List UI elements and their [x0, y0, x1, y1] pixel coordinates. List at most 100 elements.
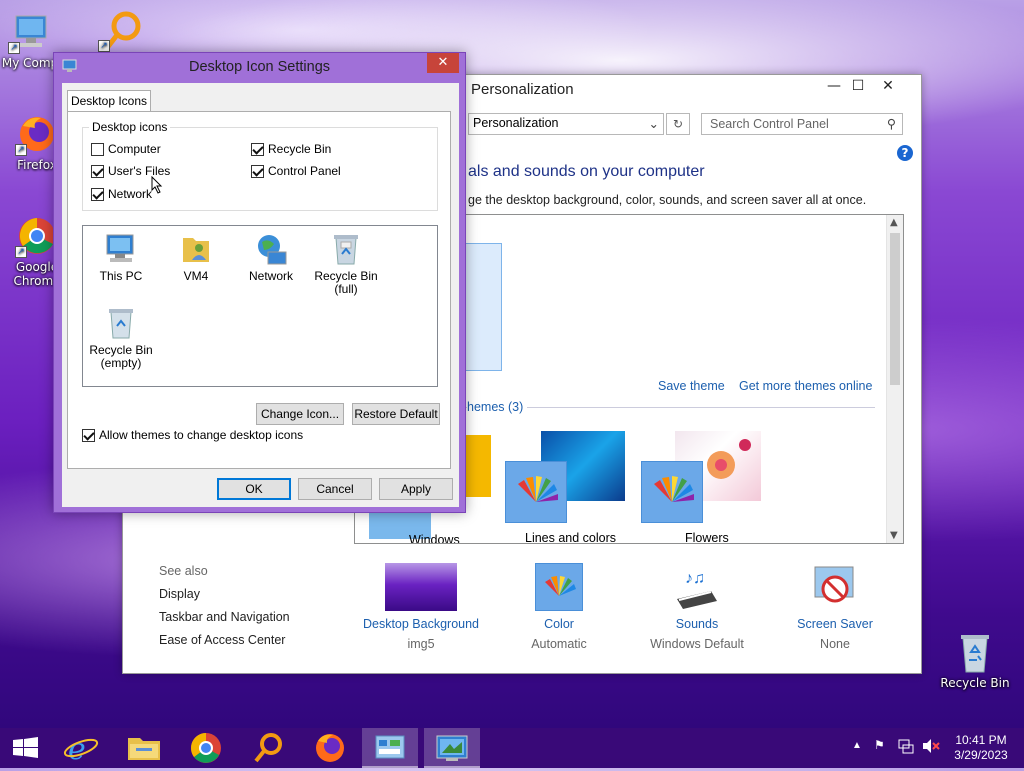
address-text: Personalization [473, 116, 559, 130]
dialog-title: Desktop Icon Settings [188, 59, 331, 75]
checkbox-box[interactable] [251, 142, 264, 156]
checkbox-label: Computer [108, 142, 161, 156]
page-subheading: ge the desktop background, color, sounds… [468, 193, 867, 207]
checkbox-computer[interactable]: Computer [91, 142, 161, 156]
checkbox-network[interactable]: Network [91, 187, 152, 201]
theme-label: Lines and colors [525, 531, 617, 544]
icon-item-this-pc[interactable]: This PC [81, 232, 161, 283]
network-icon [254, 232, 288, 266]
icon-list[interactable]: This PC VM4 Network Recycle Bin (full) R… [82, 225, 438, 387]
see-also-taskbar-link[interactable]: Taskbar and Navigation [159, 610, 290, 624]
start-button[interactable] [0, 728, 56, 768]
see-also-label: See also [159, 564, 208, 578]
desktop-background-link[interactable]: Desktop Background [351, 617, 491, 631]
checkbox-label: Allow themes to change desktop icons [99, 428, 304, 442]
icon-item-recycle-bin-empty[interactable]: Recycle Bin (empty) [81, 306, 161, 370]
desktop-icon-label: Firefox [17, 158, 57, 172]
recycle-bin-empty-icon [104, 306, 138, 340]
windows-logo-icon [13, 737, 38, 758]
ok-button[interactable]: OK [217, 478, 291, 500]
mouse-cursor-icon [151, 175, 163, 197]
get-more-themes-link[interactable]: Get more themes online [739, 379, 872, 393]
icon-item-label: Recycle Bin (empty) [89, 343, 153, 370]
color-link[interactable]: Color [489, 617, 629, 631]
icon-item-recycle-bin-full[interactable]: Recycle Bin (full) [306, 232, 386, 296]
checkbox-control-panel[interactable]: Control Panel [251, 164, 341, 178]
change-icon-button[interactable]: Change Icon... [256, 403, 344, 425]
clock[interactable]: 10:41 PM 3/29/2023 [948, 733, 1014, 763]
theme-lines-and-colors[interactable]: Lines and colors [505, 429, 640, 544]
user-folder-icon [179, 232, 213, 266]
vertical-scrollbar[interactable]: ▲ ▼ [886, 215, 903, 543]
computer-icon [104, 232, 138, 266]
checkbox-box[interactable] [91, 187, 104, 201]
icon-item-label: Recycle Bin (full) [314, 269, 378, 296]
desktop-icons-group: Desktop icons Computer User's Files Netw… [82, 120, 438, 211]
network-status-icon[interactable] [898, 738, 914, 757]
theme-flowers[interactable]: Flowers [641, 429, 771, 543]
checkbox-box[interactable] [91, 164, 104, 178]
search-input[interactable]: Search Control Panel ⚲ [701, 113, 903, 135]
scrollbar-thumb[interactable] [890, 233, 900, 385]
color-palette-icon [535, 563, 583, 611]
taskbar-chrome-icon[interactable] [178, 728, 234, 768]
search-placeholder: Search Control Panel [710, 117, 829, 131]
icon-item-label: Network [248, 269, 293, 283]
flag-icon[interactable]: ⚑ [874, 738, 885, 752]
screen-saver-icon [811, 563, 859, 611]
desktop-icon-recycle-bin[interactable]: Recycle Bin [938, 630, 1012, 690]
see-also-display-link[interactable]: Display [159, 587, 200, 601]
themes-section-title: hemes (3) [467, 400, 528, 414]
clock-time: 10:41 PM [955, 733, 1007, 747]
checkbox-box[interactable] [82, 428, 95, 442]
checkbox-box[interactable] [91, 142, 104, 156]
desktop-icon-search-app[interactable]: ↗ [90, 8, 150, 54]
scroll-up-icon[interactable]: ▲ [890, 217, 898, 228]
address-bar[interactable]: Personalization ⌄ [468, 113, 664, 135]
volume-muted-icon[interactable] [922, 738, 940, 757]
taskbar-firefox-icon[interactable] [302, 728, 358, 768]
window-title: Personalization [471, 81, 574, 98]
checkbox-recycle-bin[interactable]: Recycle Bin [251, 142, 331, 156]
taskbar-ie-icon[interactable]: e [54, 728, 110, 768]
show-hidden-icons-button[interactable]: ▲ [852, 740, 862, 751]
checkbox-allow-themes[interactable]: Allow themes to change desktop icons [82, 428, 303, 442]
taskbar-search-app-icon[interactable] [240, 728, 296, 768]
apply-button[interactable]: Apply [379, 478, 453, 500]
checkbox-box[interactable] [251, 164, 264, 178]
screen-saver-link[interactable]: Screen Saver [765, 617, 905, 631]
color-palette-icon [641, 461, 703, 523]
search-icon[interactable]: ⚲ [887, 116, 896, 131]
close-button[interactable]: ✕ [865, 75, 911, 99]
theme-label: Windows [409, 533, 460, 544]
svg-text:♪♫: ♪♫ [685, 570, 705, 587]
save-theme-link[interactable]: Save theme [658, 379, 725, 393]
screen-saver-item[interactable]: Screen Saver None [765, 563, 905, 651]
icon-item-network[interactable]: Network [231, 232, 311, 283]
desktop-icon-my-computer[interactable]: ↗ My Comp [0, 10, 60, 70]
scroll-down-icon[interactable]: ▼ [890, 530, 898, 541]
sounds-icon: ♪♫ [671, 563, 723, 611]
magnifier-icon: ↗ [98, 8, 142, 52]
help-icon[interactable]: ? [897, 145, 913, 161]
see-also-ease-of-access-link[interactable]: Ease of Access Center [159, 633, 285, 647]
cancel-button[interactable]: Cancel [298, 478, 372, 500]
chevron-down-icon[interactable]: ⌄ [649, 116, 659, 131]
icon-item-user-folder[interactable]: VM4 [156, 232, 236, 283]
sounds-link[interactable]: Sounds [627, 617, 767, 631]
refresh-icon[interactable]: ↻ [666, 113, 690, 135]
recycle-bin-full-icon [329, 232, 363, 266]
tab-desktop-icons[interactable]: Desktop Icons [67, 90, 151, 112]
sounds-item[interactable]: ♪♫ Sounds Windows Default [627, 563, 767, 651]
clock-date: 3/29/2023 [954, 748, 1008, 762]
desktop-background-item[interactable]: Desktop Background img5 [351, 563, 491, 651]
desktop-icon-settings-dialog: Desktop Icon Settings ✕ Desktop Icons De… [53, 52, 466, 513]
taskbar-file-explorer-icon[interactable] [116, 728, 172, 768]
color-item[interactable]: Color Automatic [489, 563, 629, 651]
restore-default-button[interactable]: Restore Default [352, 403, 440, 425]
taskbar-desktop-settings-icon[interactable] [424, 728, 480, 768]
dialog-client-area: Desktop Icons Desktop icons Computer Use… [62, 83, 459, 507]
taskbar-control-panel-icon[interactable] [362, 728, 418, 768]
dialog-close-button[interactable]: ✕ [427, 53, 459, 73]
computer-icon: ↗ [8, 10, 52, 54]
